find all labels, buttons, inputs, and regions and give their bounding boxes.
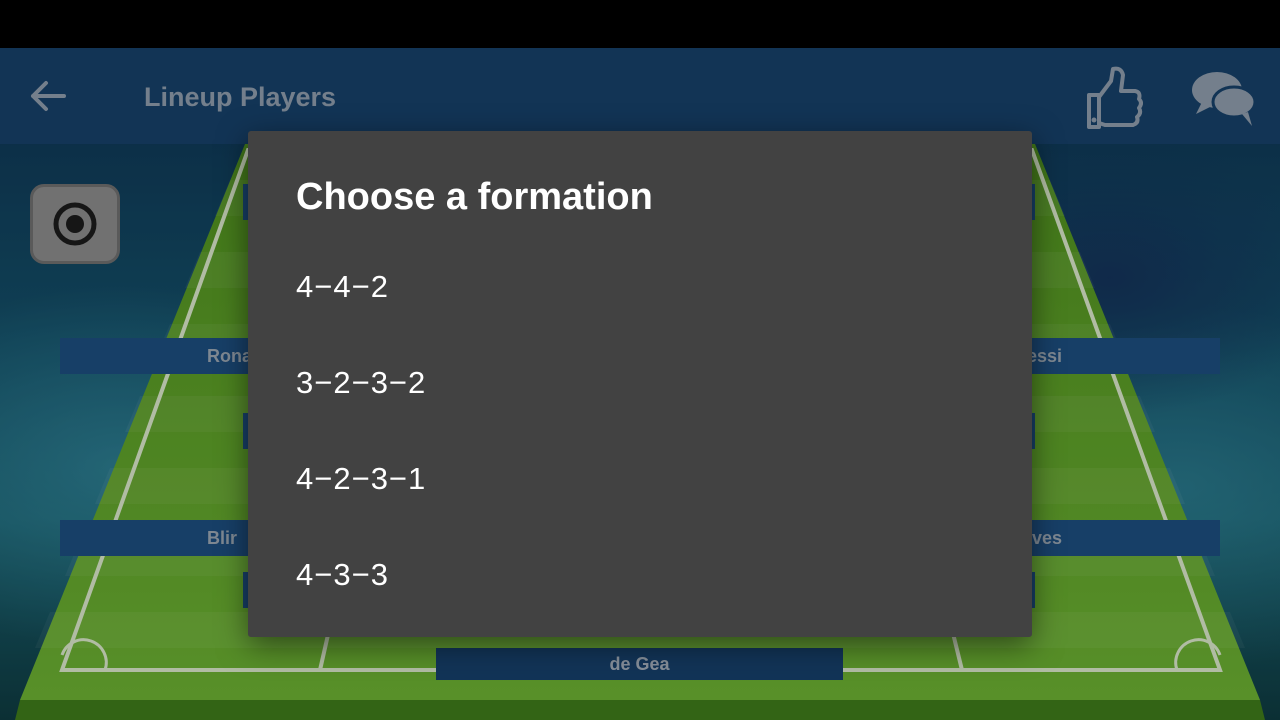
formation-option-label: 3−2−3−2 bbox=[296, 365, 427, 400]
formation-option-3-2-3-2[interactable]: 3−2−3−2 bbox=[248, 335, 1032, 431]
formation-option-4-4-2[interactable]: 4−4−2 bbox=[248, 239, 1032, 335]
formation-option-4-2-3-1[interactable]: 4−2−3−1 bbox=[248, 431, 1032, 527]
formation-dialog: Choose a formation 4−4−2 3−2−3−2 4−2−3−1… bbox=[248, 131, 1032, 637]
dialog-title: Choose a formation bbox=[296, 176, 653, 218]
status-bar bbox=[0, 0, 1280, 48]
screen: Ronal essi Blir ves de Gea Lineup Player… bbox=[0, 0, 1280, 720]
formation-option-label: 4−3−3 bbox=[296, 557, 389, 592]
formation-option-4-3-3[interactable]: 4−3−3 bbox=[248, 527, 1032, 623]
formation-option-label: 4−2−3−1 bbox=[296, 461, 427, 496]
formation-option-label: 4−4−2 bbox=[296, 269, 389, 304]
